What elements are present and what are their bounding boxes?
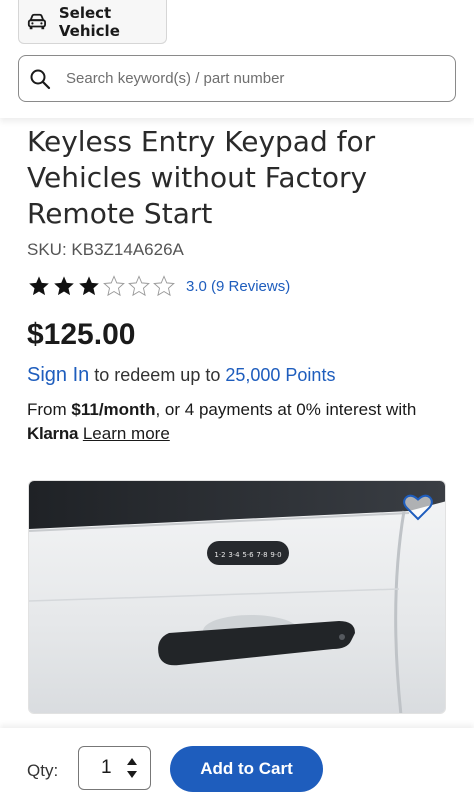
reviews-link[interactable]: 3.0 (9 Reviews) bbox=[186, 278, 290, 295]
search-icon bbox=[30, 69, 51, 89]
star-filled-icon bbox=[79, 276, 99, 296]
keypad-key-5: 9·0 bbox=[270, 551, 281, 559]
qty-label: Qty: bbox=[27, 761, 59, 780]
product-title: Keyless Entry Keypad for Vehicles withou… bbox=[27, 125, 376, 230]
product-rating[interactable]: 3.0 (9 Reviews) bbox=[28, 275, 290, 297]
star-empty-icon bbox=[128, 275, 150, 297]
star-empty-icon bbox=[153, 275, 175, 297]
points-message: Sign In to redeem up to 25,000 Points bbox=[27, 364, 335, 387]
financing-message: From $11/month, or 4 payments at 0% inte… bbox=[27, 398, 457, 446]
keypad-keys: 1·2 3·4 5·6 7·8 9·0 bbox=[214, 551, 281, 559]
select-vehicle-button[interactable]: Select Vehicle bbox=[18, 0, 167, 44]
keypad-key-1: 1·2 bbox=[214, 551, 225, 559]
select-vehicle-label: Select Vehicle bbox=[58, 3, 120, 40]
search-input[interactable] bbox=[66, 70, 426, 87]
points-text: to redeem up to bbox=[89, 365, 226, 385]
keypad-key-2: 3·4 bbox=[228, 551, 240, 559]
sign-in-link[interactable]: Sign In bbox=[27, 364, 89, 386]
keypad-key-4: 7·8 bbox=[256, 551, 267, 559]
financing-prefix: From bbox=[27, 400, 72, 419]
search-bar[interactable] bbox=[18, 55, 456, 102]
points-link[interactable]: 25,000 Points bbox=[225, 365, 335, 385]
learn-more-link[interactable]: Learn more bbox=[83, 424, 170, 443]
car-icon bbox=[27, 13, 46, 29]
product-sku: SKU: KB3Z14A626A bbox=[27, 240, 184, 259]
product-price: $125.00 bbox=[27, 318, 136, 351]
star-empty-icon bbox=[103, 275, 125, 297]
qty-value: 1 bbox=[101, 757, 112, 778]
heart-icon[interactable] bbox=[403, 493, 433, 521]
quantity-stepper[interactable]: 1 bbox=[78, 746, 151, 790]
up-down-arrows-icon[interactable] bbox=[126, 756, 138, 780]
purchase-bar: Qty: 1 Add to Cart bbox=[0, 728, 474, 792]
klarna-logo: Klarna bbox=[27, 424, 79, 443]
header: Select Vehicle bbox=[0, 0, 474, 118]
keypad-key-3: 5·6 bbox=[242, 551, 254, 559]
door-photo: 1·2 3·4 5·6 7·8 9·0 bbox=[29, 481, 445, 713]
product-image[interactable]: 1·2 3·4 5·6 7·8 9·0 bbox=[28, 480, 446, 714]
financing-amount: $11/month bbox=[71, 400, 156, 419]
star-filled-icon bbox=[54, 276, 74, 296]
financing-suffix: , or 4 payments at 0% interest with bbox=[155, 400, 417, 419]
add-to-cart-button[interactable]: Add to Cart bbox=[170, 746, 323, 792]
star-filled-icon bbox=[29, 276, 49, 296]
